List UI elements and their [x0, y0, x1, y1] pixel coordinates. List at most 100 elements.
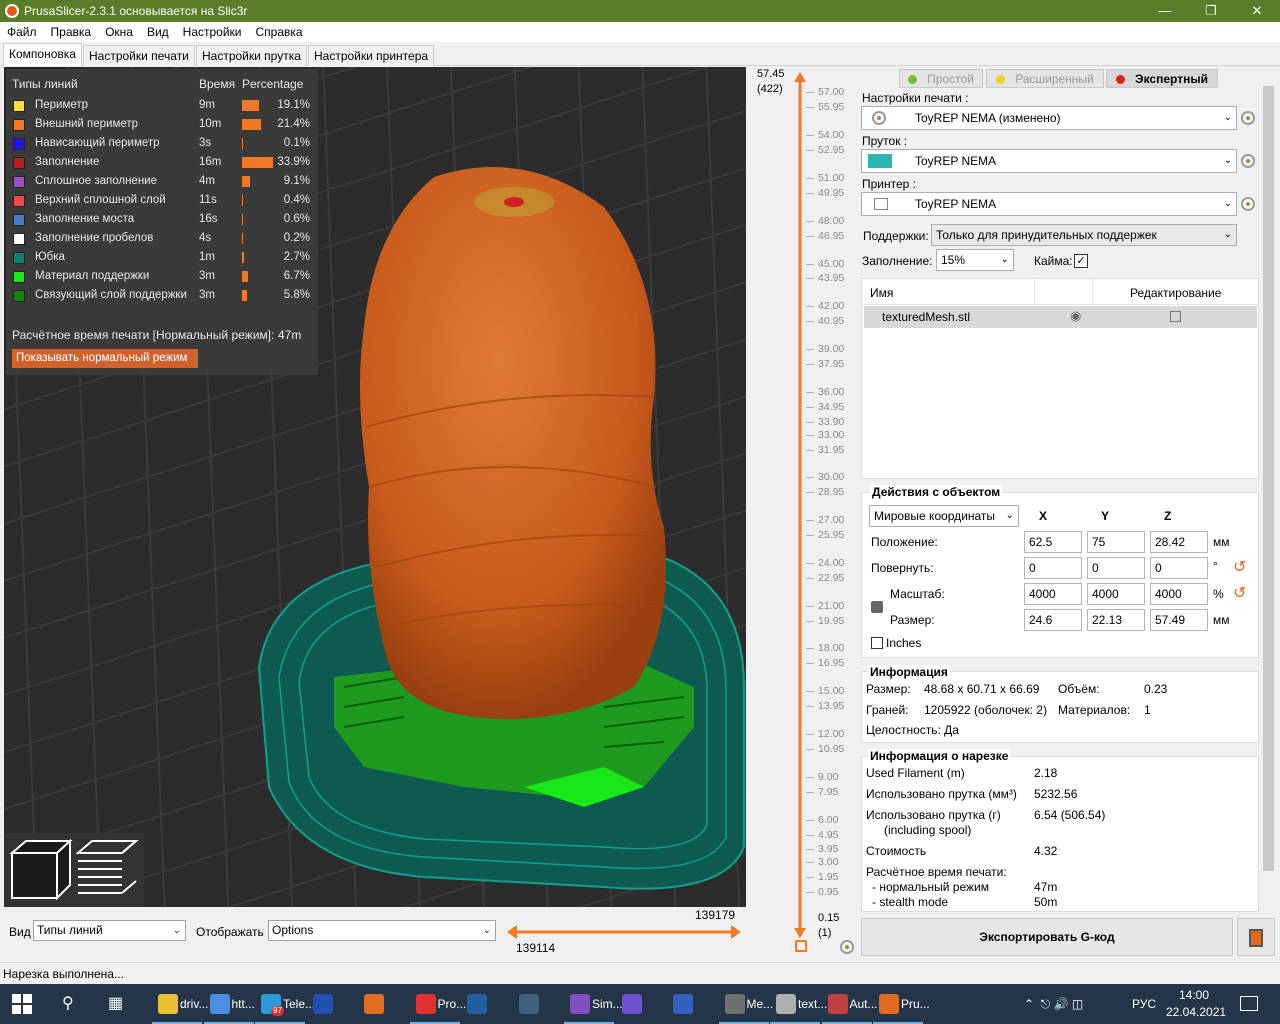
size-x-input[interactable]: 24.6: [1024, 609, 1082, 631]
h-slider-left-handle[interactable]: [507, 925, 517, 939]
mode-advanced-button[interactable]: Расширенный: [986, 69, 1104, 88]
minimize-button[interactable]: —: [1142, 0, 1188, 22]
menu-view[interactable]: Вид: [140, 25, 176, 39]
estimated-time-value: 47m: [278, 328, 302, 342]
printer-preset-edit-icon[interactable]: [1241, 197, 1255, 211]
3d-view-icon[interactable]: [9, 838, 73, 901]
object-row[interactable]: texturedMesh.stl ◉: [864, 306, 1257, 328]
tab-printer-settings[interactable]: Настройки принтера: [308, 45, 435, 66]
v-slider-bottom-handle[interactable]: [794, 928, 806, 938]
tab-plater[interactable]: Компоновка: [3, 43, 82, 66]
taskbar-app-autodesk[interactable]: Aut...: [821, 984, 878, 1024]
supports-select[interactable]: Только для принудительных поддержек ⌄: [931, 224, 1237, 246]
legend-row[interactable]: Заполнение пробелов 4s 0.2%: [6, 229, 318, 248]
language-indicator[interactable]: РУС: [1132, 984, 1156, 1024]
v-slider-tick-mark: [806, 663, 814, 664]
filament-preset-select[interactable]: ToyREP NEMA ⌄: [861, 149, 1237, 173]
menu-file[interactable]: Файл: [0, 25, 44, 39]
size-z-input[interactable]: 57.49: [1150, 609, 1208, 631]
reset-rotation-icon[interactable]: ↺: [1233, 557, 1246, 577]
tray-icons[interactable]: ⌃ ⎋ 🔊 ◫: [1024, 984, 1083, 1024]
mode-expert-button[interactable]: Экспертный: [1106, 69, 1218, 88]
v-slider-tick-label: 30.00: [818, 471, 845, 483]
filament-preset-edit-icon[interactable]: [1241, 154, 1255, 168]
position-x-input[interactable]: 62.5: [1024, 531, 1082, 553]
eye-icon[interactable]: ◉: [1070, 308, 1081, 324]
brim-checkbox[interactable]: ✓: [1074, 254, 1088, 268]
menu-edit[interactable]: Правка: [44, 25, 99, 39]
taskbar-app-vpn[interactable]: [461, 984, 511, 1024]
printer-preset-select[interactable]: ToyREP NEMA ⌄: [861, 192, 1237, 216]
size-y-input[interactable]: 22.13: [1087, 609, 1145, 631]
legend-row[interactable]: Нависающий периметр 3s 0.1%: [6, 134, 318, 153]
horizontal-slider[interactable]: [505, 922, 743, 942]
menu-windows[interactable]: Окна: [98, 25, 140, 39]
mode-simple-button[interactable]: Простой: [899, 69, 983, 88]
scale-y-input[interactable]: 4000: [1087, 583, 1145, 605]
taskbar-app-3d-viewer[interactable]: text...: [770, 984, 827, 1024]
rotate-z-input[interactable]: 0: [1150, 557, 1208, 579]
legend-row[interactable]: Сплошное заполнение 4m 9.1%: [6, 172, 318, 191]
legend-row[interactable]: Связующий слой поддержки 3m 5.8%: [6, 286, 318, 305]
print-preset-select[interactable]: ToyREP NEMA (изменено) ⌄: [861, 106, 1237, 130]
legend-row[interactable]: Внешний периметр 10m 21.4%: [6, 115, 318, 134]
maximize-button[interactable]: ❐: [1188, 0, 1234, 22]
view-type-select[interactable]: Типы линий ⌄: [33, 920, 186, 941]
reset-scale-icon[interactable]: ↺: [1233, 583, 1246, 603]
taskbar-app-word[interactable]: [307, 984, 357, 1024]
infill-select[interactable]: 15% ⌄: [936, 249, 1014, 271]
export-to-sd-button[interactable]: [1237, 918, 1275, 956]
v-slider-top-handle[interactable]: [794, 72, 806, 82]
scrollbar-thumb[interactable]: [1263, 86, 1274, 871]
layers-view-icon[interactable]: [75, 840, 139, 894]
lock-scale-icon[interactable]: [871, 601, 883, 613]
legend-row[interactable]: Верхний сплошной слой 11s 0.4%: [6, 191, 318, 210]
close-button[interactable]: ✕: [1234, 0, 1280, 22]
v-slider-tick-mark: [806, 734, 814, 735]
position-y-input[interactable]: 75: [1087, 531, 1145, 553]
legend-row[interactable]: Заполнение 16m 33.9%: [6, 153, 318, 172]
legend-row[interactable]: Заполнение моста 16s 0.6%: [6, 210, 318, 229]
search-icon[interactable]: ⚲: [62, 984, 82, 1024]
print-preset-edit-icon[interactable]: [1241, 111, 1255, 125]
rotate-y-input[interactable]: 0: [1087, 557, 1145, 579]
scale-x-input[interactable]: 4000: [1024, 583, 1082, 605]
taskbar-app-chrome[interactable]: htt...: [203, 984, 255, 1024]
coordinates-select[interactable]: Мировые координаты ⌄: [869, 505, 1019, 527]
menu-help[interactable]: Справка: [249, 25, 310, 39]
show-options-select[interactable]: Options ⌄: [268, 920, 496, 941]
cog-icon[interactable]: [840, 940, 854, 954]
task-view-icon[interactable]: ▦: [108, 984, 128, 1024]
taskbar-app-media[interactable]: Me...: [718, 984, 773, 1024]
vertical-slider[interactable]: [792, 70, 808, 940]
inches-checkbox[interactable]: [871, 637, 883, 649]
tab-print-settings[interactable]: Настройки печати: [83, 45, 195, 66]
taskbar-app-pro[interactable]: Pro...: [409, 984, 466, 1024]
position-z-input[interactable]: 28.42: [1150, 531, 1208, 553]
taskbar-app-app[interactable]: [513, 984, 563, 1024]
edit-icon[interactable]: [1170, 311, 1181, 322]
taskbar-app-explorer[interactable]: driv...: [152, 984, 208, 1024]
show-normal-mode-button[interactable]: Показывать нормальный режим: [12, 349, 198, 368]
legend-row[interactable]: Периметр 9m 19.1%: [6, 96, 318, 115]
export-gcode-button[interactable]: Экспортировать G-код: [861, 918, 1233, 956]
v-slider-tick-mark: [806, 407, 814, 408]
taskbar-app-sim[interactable]: Sim...: [564, 984, 623, 1024]
menu-settings[interactable]: Настройки: [176, 25, 249, 39]
start-button[interactable]: [12, 984, 36, 1024]
used-filament-mm3-label: Использовано прутка (мм³): [866, 787, 1017, 801]
taskbar-app-viber[interactable]: [616, 984, 666, 1024]
taskbar-app-telegram[interactable]: Tele... 97: [255, 984, 315, 1024]
taskbar-app-foxit[interactable]: [358, 984, 408, 1024]
notifications-icon[interactable]: [1240, 996, 1258, 1011]
lock-icon[interactable]: [795, 940, 807, 952]
tab-filament-settings[interactable]: Настройки прутка: [196, 45, 307, 66]
rotate-x-input[interactable]: 0: [1024, 557, 1082, 579]
legend-row[interactable]: Юбка 1m 2.7%: [6, 248, 318, 267]
taskbar-app-prusaslicer[interactable]: Pru...: [873, 984, 930, 1024]
taskbar-app-tool[interactable]: [667, 984, 717, 1024]
h-slider-right-handle[interactable]: [731, 925, 741, 939]
scale-z-input[interactable]: 4000: [1150, 583, 1208, 605]
sidebar-scrollbar[interactable]: [1261, 68, 1276, 913]
legend-row[interactable]: Материал поддержки 3m 6.7%: [6, 267, 318, 286]
